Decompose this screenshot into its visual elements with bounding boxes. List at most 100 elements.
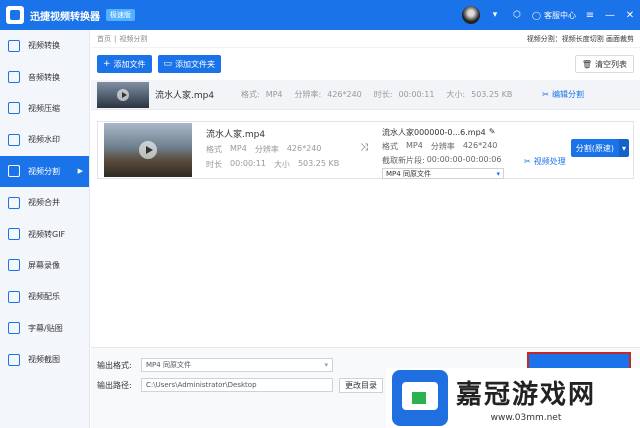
edit-split-button[interactable]: ✂ 编辑分割 — [542, 89, 584, 100]
duration-label: 时长: — [373, 90, 393, 99]
app-logo-icon — [6, 6, 24, 24]
user-center-button[interactable]: ◯ 客服中心 — [532, 10, 576, 21]
source-resolution-value: 426*240 — [286, 144, 322, 153]
plus-icon: + — [103, 59, 111, 69]
record-icon — [8, 259, 20, 272]
format-label: 格式: — [241, 90, 260, 99]
split-dropdown-icon[interactable]: ▾ — [618, 139, 629, 157]
file-name: 流水人家.mp4 — [155, 91, 215, 101]
output-path-label: 输出路径: — [97, 380, 132, 390]
format-value: MP4 — [265, 90, 283, 99]
source-resolution-label: 分辨率 — [254, 145, 279, 154]
play-icon[interactable] — [117, 88, 129, 101]
feature-description: 视频分割：视频长度切割 画面裁剪 — [526, 34, 634, 43]
output-format-value: MP4 — [406, 141, 423, 150]
output-path-row: 输出路径: C:\Users\Administrator\Desktop 更改目… — [97, 377, 383, 393]
output-format-dropdown[interactable]: MP4 同原文件 ▾ — [141, 358, 333, 372]
clip-label: 截取新片段: — [382, 156, 425, 165]
trash-icon: 🗑 — [581, 59, 592, 69]
sidebar-item-video-screenshot[interactable]: 视频截图 — [0, 344, 89, 375]
resolution-label: 分辨率: — [294, 90, 322, 99]
add-folder-button[interactable]: ▭ 添加文件夹 — [157, 55, 222, 73]
output-path-field[interactable]: C:\Users\Administrator\Desktop — [141, 378, 333, 392]
split-icon — [8, 165, 20, 178]
watermark: 嘉冠游戏网 www.03mm.net — [386, 368, 640, 428]
merge-icon — [8, 196, 20, 209]
chevron-down-icon[interactable]: ▾ — [488, 8, 502, 22]
edition-badge: 极速版 — [106, 9, 135, 21]
play-icon[interactable] — [139, 141, 157, 159]
chevron-down-icon: ▾ — [324, 361, 328, 369]
breadcrumb-separator: | — [114, 34, 117, 43]
sidebar-item-video-convert[interactable]: 视频转换 — [0, 30, 89, 61]
breadcrumb: 首页 | 视频分割 视频分割：视频长度切割 画面裁剪 — [91, 30, 640, 48]
source-size-label: 大小 — [273, 160, 290, 169]
source-duration-value: 00:00:11 — [230, 159, 266, 168]
folder-icon: ▭ — [163, 59, 173, 69]
vip-icon[interactable]: ⬡ — [510, 8, 524, 22]
source-file-name: 流水人家.mp4 — [206, 130, 266, 140]
watermark-url: www.03mm.net — [490, 412, 562, 423]
clip-range: 00:00:00-00:00:06 — [426, 155, 502, 164]
video-preview[interactable] — [104, 123, 192, 177]
subtitle-icon — [8, 322, 20, 335]
split-detail-card: 流水人家.mp4 格式 MP4 分辨率 426*240 时长 00:00:11 … — [97, 121, 634, 179]
menu-icon[interactable]: ≡ — [583, 10, 597, 21]
size-label: 大小: — [446, 90, 466, 99]
music-icon — [8, 290, 20, 303]
output-format-row: 输出格式: MP4 同原文件 ▾ — [97, 358, 333, 372]
watermark-logo-icon — [392, 370, 448, 426]
sidebar-item-screen-record[interactable]: 屏幕录像 — [0, 250, 89, 281]
duration-value: 00:00:11 — [398, 90, 435, 99]
resolution-value: 426*240 — [327, 90, 362, 99]
source-format-value: MP4 — [230, 144, 247, 153]
chat-icon: ◯ — [532, 10, 541, 20]
sidebar-item-video-music[interactable]: 视频配乐 — [0, 281, 89, 312]
pencil-icon[interactable]: ✎ — [489, 127, 496, 138]
audio-convert-icon — [8, 71, 20, 84]
output-format-selected: MP4 同原文件 — [386, 169, 431, 178]
output-file-name: 流水人家000000-0...6.mp4 — [382, 128, 486, 137]
minimize-button[interactable]: — — [603, 10, 617, 21]
source-duration-label: 时长 — [206, 160, 222, 169]
output-format-dropdown-value: MP4 同原文件 — [146, 361, 191, 369]
avatar[interactable] — [462, 6, 481, 24]
watermark-text: 嘉冠游戏网 — [456, 379, 597, 410]
source-info: 流水人家.mp4 格式 MP4 分辨率 426*240 时长 00:00:11 … — [206, 122, 354, 178]
change-directory-button[interactable]: 更改目录 — [339, 377, 383, 393]
sidebar-item-video-split[interactable]: 视频分割 ▶ — [0, 155, 89, 187]
sidebar: 视频转换 音频转换 视频压缩 视频水印 视频分割 ▶ 视频合并 视频转GIF 屏幕… — [0, 30, 90, 428]
close-button[interactable]: ✕ — [623, 10, 637, 21]
output-path-value: C:\Users\Administrator\Desktop — [146, 381, 257, 389]
split-button-group: 分割(原速) ▾ — [570, 139, 629, 157]
gif-icon — [8, 228, 20, 241]
source-format-label: 格式 — [206, 145, 222, 154]
size-value: 503.25 KB — [471, 90, 513, 99]
toolbar: + 添加文件 ▭ 添加文件夹 🗑 清空列表 — [91, 48, 640, 80]
app-title: 迅捷视频转换器 — [30, 11, 100, 23]
source-size-value: 503.25 KB — [297, 159, 340, 168]
output-format-select[interactable]: MP4 同原文件 ▾ — [382, 168, 504, 179]
output-resolution-label: 分辨率 — [430, 142, 455, 151]
output-resolution-value: 426*240 — [462, 141, 498, 150]
sidebar-item-audio-convert[interactable]: 音频转换 — [0, 61, 89, 92]
compress-icon — [8, 102, 20, 115]
screenshot-icon — [8, 353, 20, 366]
sidebar-item-video-compress[interactable]: 视频压缩 — [0, 93, 89, 124]
add-file-button[interactable]: + 添加文件 — [97, 55, 152, 73]
breadcrumb-home[interactable]: 首页 — [97, 34, 111, 44]
sidebar-item-video-to-gif[interactable]: 视频转GIF — [0, 218, 89, 249]
scissors-icon: ✂ — [524, 156, 531, 166]
video-thumbnail[interactable] — [97, 81, 149, 108]
chevron-down-icon: ▾ — [496, 169, 500, 178]
sidebar-item-subtitle[interactable]: 字幕/贴图 — [0, 313, 89, 344]
output-format-label: 格式 — [382, 142, 398, 151]
clear-list-button[interactable]: 🗑 清空列表 — [574, 55, 634, 73]
sidebar-item-video-merge[interactable]: 视频合并 — [0, 187, 89, 218]
file-row[interactable]: 流水人家.mp4 格式: MP4 分辨率: 426*240 时长: 00:00:… — [91, 80, 640, 110]
output-format-label: 输出格式: — [97, 360, 132, 370]
video-process-button[interactable]: ✂ 视频处理 — [524, 144, 566, 178]
sidebar-item-video-watermark[interactable]: 视频水印 — [0, 124, 89, 155]
split-button[interactable]: 分割(原速) — [570, 139, 619, 157]
chevron-right-icon: ▶ — [77, 167, 83, 176]
